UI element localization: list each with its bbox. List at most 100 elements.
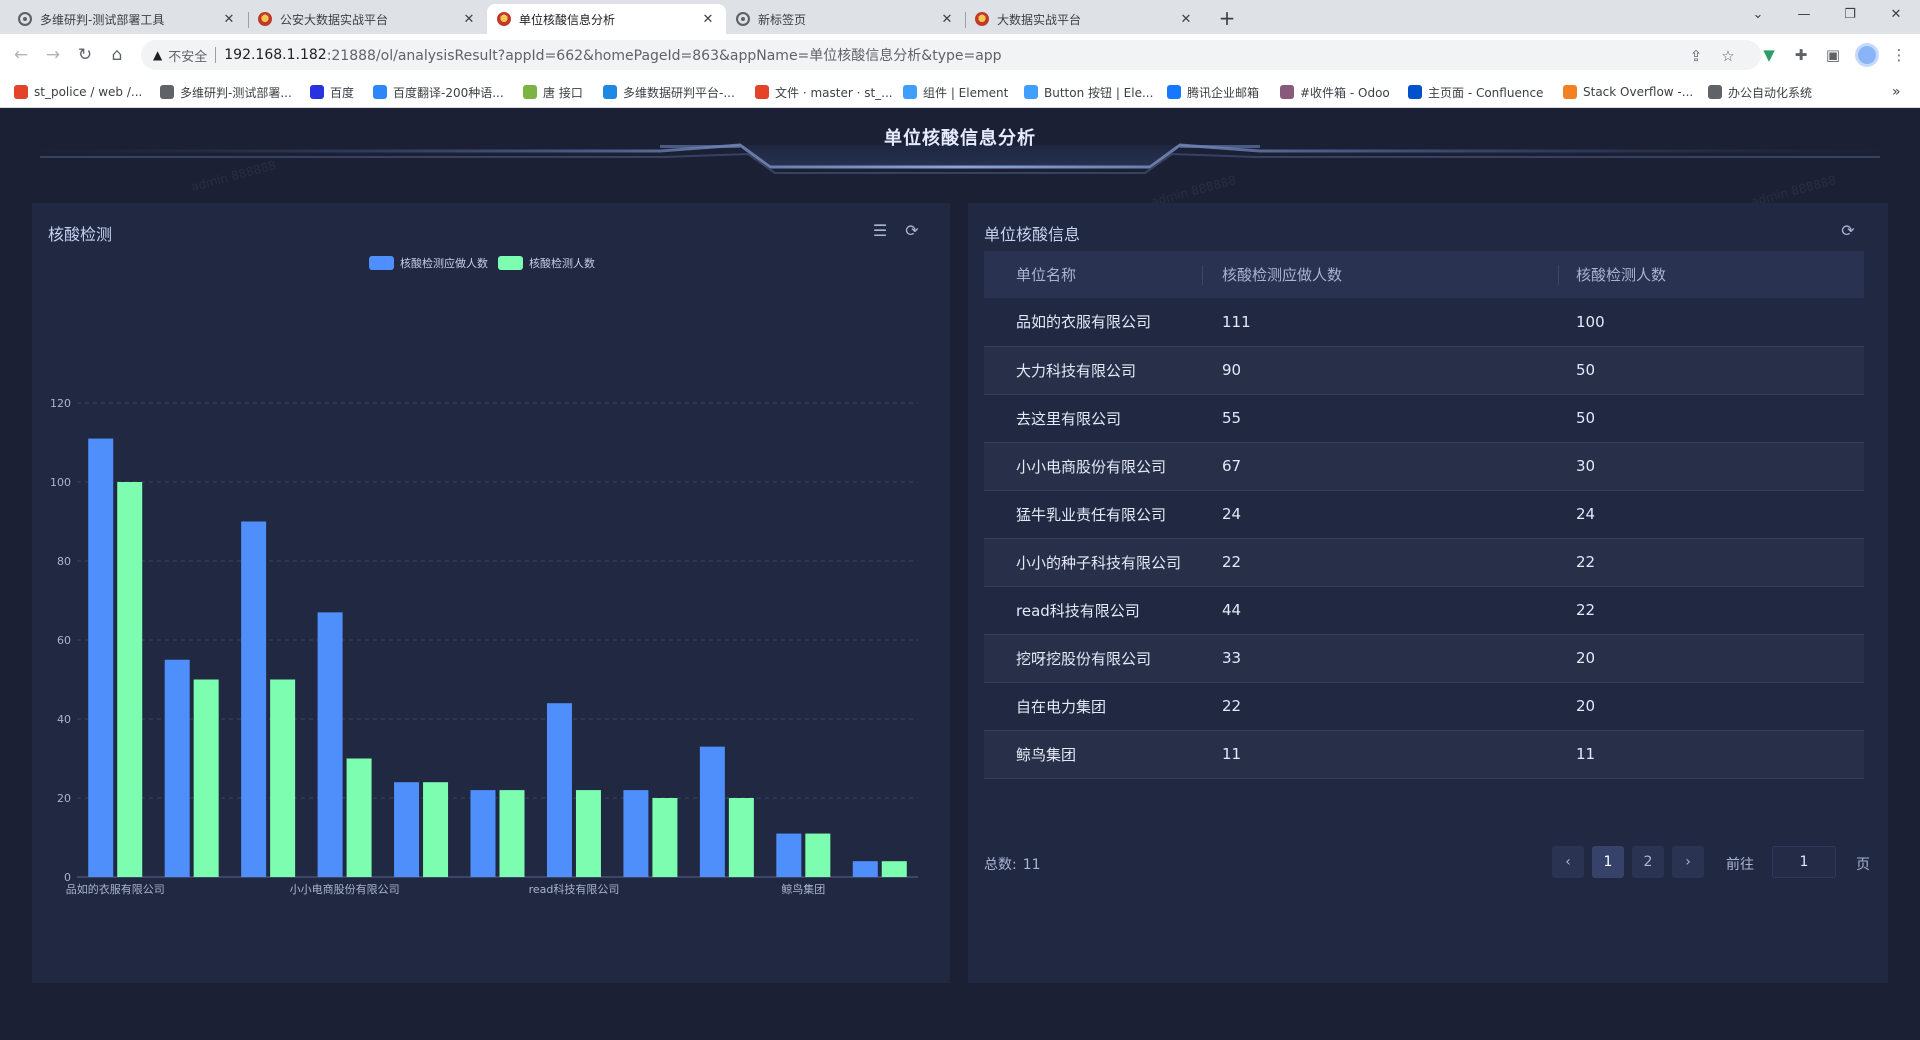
table-row[interactable]: 品如的衣服有限公司 111 100 xyxy=(984,298,1864,347)
tab-title: 公安大数据实战平台 xyxy=(280,12,389,27)
page-title: 单位核酸信息分析 xyxy=(884,128,1036,149)
side-panel-icon[interactable]: ▣ xyxy=(1823,45,1843,65)
vue-devtools-icon[interactable]: ▼ xyxy=(1759,45,1779,65)
table-row[interactable]: 小小的种子科技有限公司 22 22 xyxy=(984,538,1864,587)
bookmark-item[interactable]: 唐 接口 xyxy=(523,83,583,101)
extensions-icon[interactable]: ✚ xyxy=(1791,45,1811,65)
bookmark-label: 唐 接口 xyxy=(543,85,583,100)
restore-button[interactable]: ❐ xyxy=(1827,0,1873,30)
share-icon[interactable]: ⇪ xyxy=(1686,46,1706,66)
close-tab-icon[interactable]: ✕ xyxy=(461,12,477,27)
bookmark-item[interactable]: 多维数据研判平台-... xyxy=(603,83,735,101)
cell-planned: 55 xyxy=(1202,394,1558,443)
cell-tested: 50 xyxy=(1558,346,1864,395)
bookmark-item[interactable]: Button 按钮 | Ele... xyxy=(1024,83,1153,101)
cell-tested: 11 xyxy=(1558,730,1864,779)
bar-planned xyxy=(164,659,190,877)
profile-avatar[interactable] xyxy=(1855,43,1879,67)
cell-planned: 90 xyxy=(1202,346,1558,395)
security-label[interactable]: 不安全 xyxy=(168,46,207,65)
bookmark-item[interactable]: 百度翻译-200种语... xyxy=(373,83,504,101)
refresh-icon[interactable]: ⟳ xyxy=(1838,221,1858,241)
bookmark-item[interactable]: st_police / web /... xyxy=(14,83,142,101)
table-row[interactable]: 大力科技有限公司 90 50 xyxy=(984,346,1864,395)
table-row[interactable]: 挖呀挖股份有限公司 33 20 xyxy=(984,634,1864,683)
browser-toolbar: ← → ↻ ⌂ ▲ 不安全 192.168.1.182:21888/ol/ana… xyxy=(0,34,1920,76)
cell-unit-name: 大力科技有限公司 xyxy=(984,346,1202,395)
gitlab-icon xyxy=(755,85,769,99)
column-header-unit-name[interactable]: 单位名称 xyxy=(984,251,1202,298)
y-tick-label: 20 xyxy=(57,792,71,805)
bookmark-star-icon[interactable]: ☆ xyxy=(1718,46,1738,66)
warning-icon[interactable]: ▲ xyxy=(153,48,162,62)
bar-tested xyxy=(193,679,219,877)
bookmark-label: 文件 · master · st_... xyxy=(775,85,893,100)
bookmark-item[interactable]: 办公自动化系统 xyxy=(1708,83,1812,101)
column-header-planned[interactable]: 核酸检测应做人数 xyxy=(1202,251,1558,298)
close-tab-icon[interactable]: ✕ xyxy=(1178,12,1194,27)
forward-arrow-icon[interactable]: → xyxy=(41,43,65,67)
cell-planned: 44 xyxy=(1202,586,1558,635)
more-menu-icon[interactable]: ⋮ xyxy=(1889,45,1909,65)
table-row[interactable]: 自在电力集团 22 20 xyxy=(984,682,1864,731)
browser-tab-active[interactable]: 单位核酸信息分析 ✕ xyxy=(487,4,726,34)
platform-icon xyxy=(603,85,617,99)
app-viewport: admin 888888 admin 888888 admin 888888 a… xyxy=(0,109,1920,1040)
cell-unit-name: 猛牛乳业责任有限公司 xyxy=(984,490,1202,539)
bookmark-item[interactable]: #收件箱 - Odoo xyxy=(1280,83,1390,101)
page-button-1[interactable]: 1 xyxy=(1592,846,1624,878)
x-tick-label: read科技有限公司 xyxy=(529,882,620,896)
address-bar[interactable]: ▲ 不安全 192.168.1.182:21888/ol/analysisRes… xyxy=(141,40,1761,70)
column-header-tested[interactable]: 核酸检测人数 xyxy=(1558,251,1864,298)
page-button-2[interactable]: 2 xyxy=(1632,846,1664,878)
bookmark-label: Stack Overflow -... xyxy=(1583,85,1694,99)
url-host: 192.168.1.182 xyxy=(224,47,327,63)
y-tick-label: 60 xyxy=(57,634,71,647)
home-icon[interactable]: ⌂ xyxy=(105,43,129,67)
table-row[interactable]: 去这里有限公司 55 50 xyxy=(984,394,1864,443)
table-row[interactable]: 小小电商股份有限公司 67 30 xyxy=(984,442,1864,491)
browser-tab[interactable]: 新标签页 ✕ xyxy=(726,4,965,34)
bookmark-item[interactable]: 腾讯企业邮箱 xyxy=(1167,83,1259,101)
browser-tab[interactable]: 公安大数据实战平台 ✕ xyxy=(248,4,487,34)
bar-tested xyxy=(346,758,372,877)
bookmark-item[interactable]: 组件 | Element xyxy=(903,83,1008,101)
goto-page-input[interactable] xyxy=(1772,846,1836,878)
cell-unit-name: 小小电商股份有限公司 xyxy=(984,442,1202,491)
cell-tested: 50 xyxy=(1558,394,1864,443)
close-tab-icon[interactable]: ✕ xyxy=(939,12,955,27)
table-row[interactable]: 鲸鸟集团 11 11 xyxy=(984,730,1864,779)
table-row[interactable]: read科技有限公司 44 22 xyxy=(984,586,1864,635)
minimize-button[interactable]: — xyxy=(1781,0,1827,30)
close-tab-icon[interactable]: ✕ xyxy=(221,12,237,27)
bar-tested xyxy=(728,798,754,877)
browser-tab[interactable]: 大数据实战平台 ✕ xyxy=(965,4,1204,34)
cell-tested: 22 xyxy=(1558,538,1864,587)
bookmark-item[interactable]: 百度 xyxy=(310,83,354,101)
cell-unit-name: 品如的衣服有限公司 xyxy=(984,298,1202,347)
x-tick-label: 小小电商股份有限公司 xyxy=(290,882,400,896)
tab-search-icon[interactable]: ⌄ xyxy=(1735,0,1781,30)
bookmark-label: 主页面 - Confluence xyxy=(1428,85,1544,100)
bookmark-label: st_police / web /... xyxy=(34,85,143,99)
cell-unit-name: 鲸鸟集团 xyxy=(984,730,1202,779)
cell-tested: 20 xyxy=(1558,634,1864,683)
bookmark-item[interactable]: 多维研判-测试部署... xyxy=(160,83,292,101)
browser-tab[interactable]: 多维研判-测试部署工具 ✕ xyxy=(8,4,247,34)
reload-icon[interactable]: ↻ xyxy=(73,43,97,67)
page-suffix-label: 页 xyxy=(1856,857,1870,873)
bookmark-item[interactable]: 文件 · master · st_... xyxy=(755,83,893,101)
back-arrow-icon[interactable]: ← xyxy=(9,43,33,67)
bookmark-item[interactable]: Stack Overflow -... xyxy=(1563,83,1693,101)
close-tab-icon[interactable]: ✕ xyxy=(700,12,716,27)
close-window-button[interactable]: ✕ xyxy=(1873,0,1919,30)
bookmark-item[interactable]: 主页面 - Confluence xyxy=(1408,83,1543,101)
globe-icon xyxy=(736,12,750,26)
more-bookmarks-icon[interactable]: » xyxy=(1892,83,1901,101)
prev-page-button[interactable]: ‹ xyxy=(1552,846,1584,878)
next-page-button[interactable]: › xyxy=(1672,846,1704,878)
new-tab-button[interactable]: + xyxy=(1214,5,1240,31)
table-row[interactable]: 猛牛乳业责任有限公司 24 24 xyxy=(984,490,1864,539)
api-icon xyxy=(523,85,537,99)
bookmark-label: 腾讯企业邮箱 xyxy=(1187,85,1260,100)
